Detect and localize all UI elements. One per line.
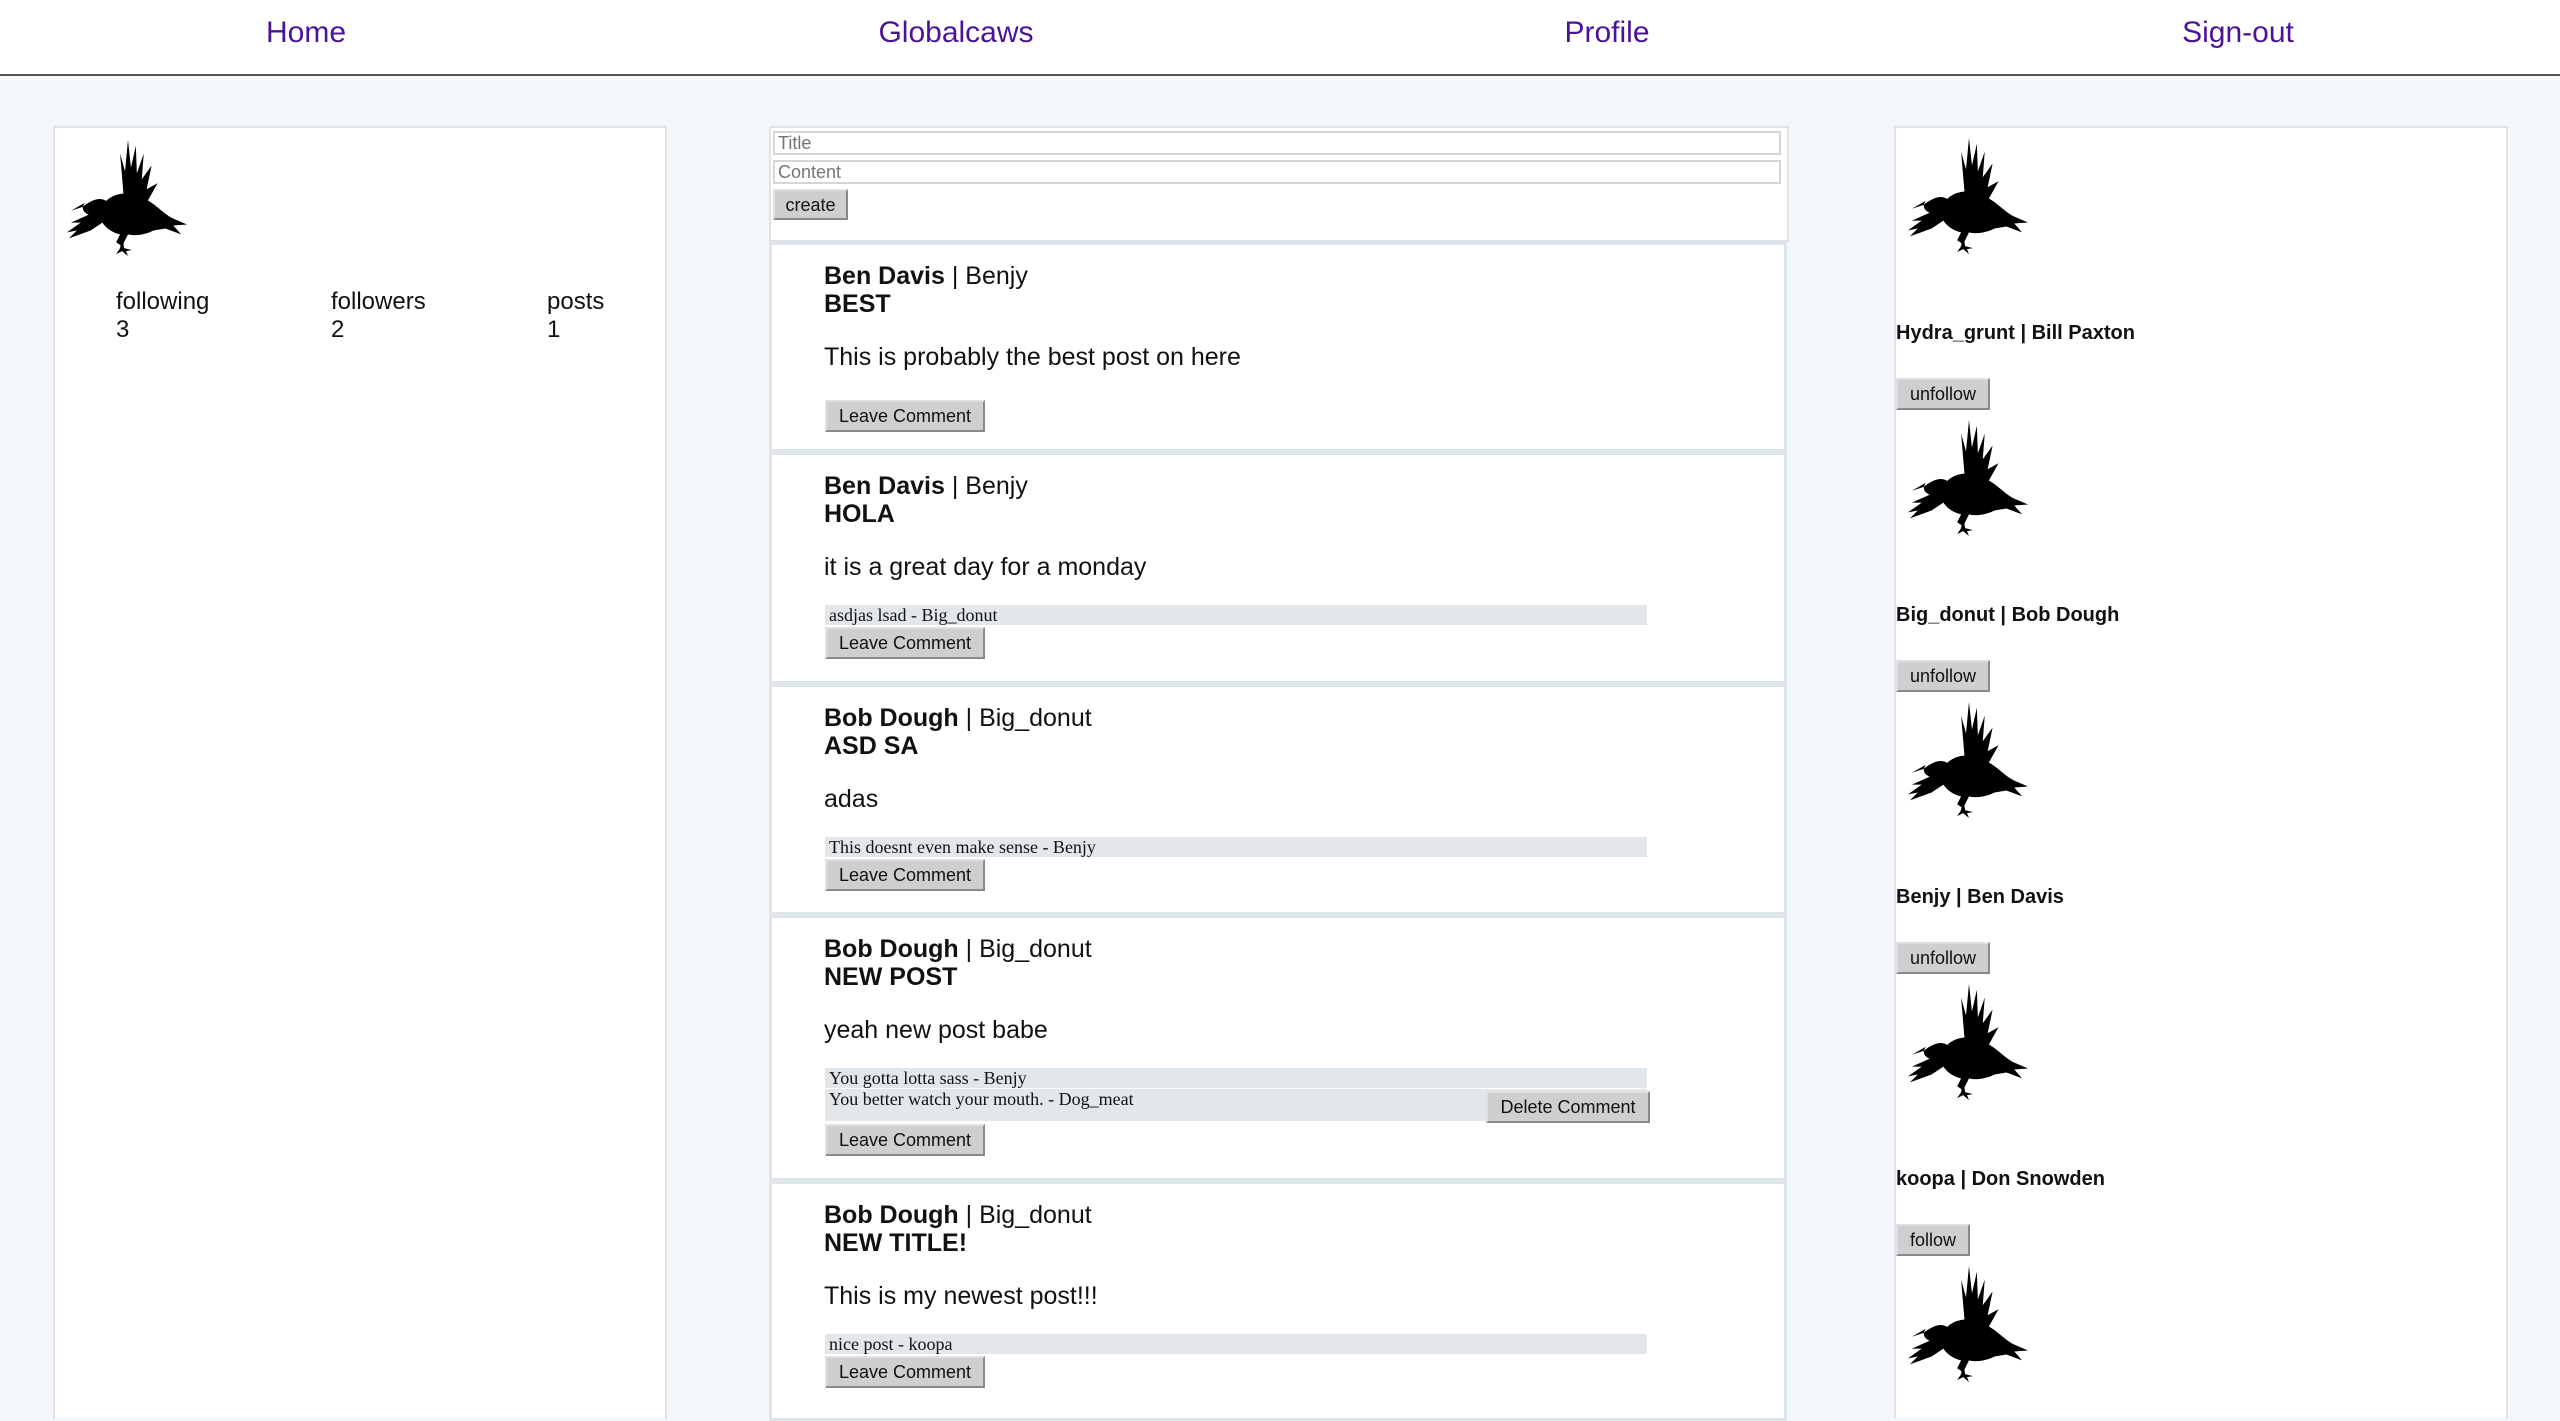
post-author-name: Ben Davis — [824, 262, 945, 290]
unfollow-button[interactable]: unfollow — [1896, 660, 1990, 692]
follow-user-label: Benjy | Ben Davis — [1896, 886, 2064, 908]
post-card: Ben Davis | Benjy HOLA it is a great day… — [769, 452, 1787, 684]
following-count: 3 — [116, 316, 130, 343]
comment-text: You better watch your mouth. - Dog_meat — [829, 1089, 1134, 1109]
post-author-name: Bob Dough — [824, 935, 959, 963]
nav-profile-link[interactable]: Profile — [1564, 16, 1649, 50]
follow-button[interactable]: follow — [1896, 1224, 1970, 1256]
leave-comment-button[interactable]: Leave Comment — [825, 859, 985, 891]
feed: create Ben Davis | Benjy BEST This is pr… — [769, 126, 1789, 1421]
comment: You better watch your mouth. - Dog_meat … — [825, 1089, 1650, 1123]
title-input[interactable] — [773, 131, 1781, 155]
crow-icon — [63, 132, 191, 260]
post-title: HOLA — [824, 500, 895, 528]
follow-list: Hydra_grunt | Bill Paxton unfollow Big_d… — [1894, 126, 2508, 1418]
comment: This doesnt even make sense - Benjy — [825, 837, 1647, 857]
post-card: Bob Dough | Big_donut NEW TITLE! This is… — [769, 1181, 1787, 1421]
post-username: | Big_donut — [965, 935, 1092, 963]
post-card: Ben Davis | Benjy BEST This is probably … — [769, 242, 1787, 452]
crow-icon — [1904, 976, 2032, 1104]
post-title: NEW TITLE! — [824, 1229, 968, 1257]
nav-brand-link[interactable]: Globalcaws — [878, 16, 1033, 50]
post-author-name: Ben Davis — [824, 472, 945, 500]
post-username: | Big_donut — [965, 1201, 1092, 1229]
post-author-name: Bob Dough — [824, 1201, 959, 1229]
nav-home-link[interactable]: Home — [266, 16, 346, 50]
profile-card: following 3 followers 2 posts 1 — [53, 126, 667, 1418]
crow-icon — [1904, 130, 2032, 258]
post-card: Bob Dough | Big_donut ASD SA adas This d… — [769, 684, 1787, 915]
unfollow-button[interactable]: unfollow — [1896, 378, 1990, 410]
post-body: This is probably the best post on here — [824, 343, 1241, 371]
crow-icon — [1904, 694, 2032, 822]
posts-count: 1 — [547, 316, 561, 343]
crow-icon — [1904, 412, 2032, 540]
top-navbar: Home Globalcaws Profile Sign-out — [0, 0, 2560, 76]
create-button[interactable]: create — [773, 189, 848, 220]
post-title: NEW POST — [824, 963, 958, 991]
follow-user-label: Hydra_grunt | Bill Paxton — [1896, 322, 2135, 344]
post-title: BEST — [824, 290, 891, 318]
posts-label: posts — [547, 288, 605, 315]
leave-comment-button[interactable]: Leave Comment — [825, 400, 985, 432]
post-body: yeah new post babe — [824, 1016, 1048, 1044]
comment: nice post - koopa — [825, 1334, 1647, 1354]
post-card: Bob Dough | Big_donut NEW POST yeah new … — [769, 915, 1787, 1181]
comment: You gotta lotta sass - Benjy — [825, 1068, 1647, 1088]
post-body: it is a great day for a monday — [824, 553, 1147, 581]
post-username: | Benjy — [951, 262, 1028, 290]
following-label: following — [116, 288, 210, 315]
follow-user-label: koopa | Don Snowden — [1896, 1168, 2105, 1190]
unfollow-button[interactable]: unfollow — [1896, 942, 1990, 974]
create-post-form: create — [769, 126, 1789, 242]
post-author-name: Bob Dough — [824, 704, 959, 732]
post-body: This is my newest post!!! — [824, 1282, 1098, 1310]
nav-signout-link[interactable]: Sign-out — [2182, 16, 2294, 50]
leave-comment-button[interactable]: Leave Comment — [825, 1124, 985, 1156]
crow-icon — [1904, 1258, 2032, 1386]
followers-label: followers — [331, 288, 426, 315]
leave-comment-button[interactable]: Leave Comment — [825, 627, 985, 659]
leave-comment-button[interactable]: Leave Comment — [825, 1356, 985, 1388]
post-username: | Big_donut — [965, 704, 1092, 732]
comment: asdjas lsad - Big_donut — [825, 605, 1647, 625]
follow-user-label: Big_donut | Bob Dough — [1896, 604, 2120, 626]
post-username: | Benjy — [951, 472, 1028, 500]
post-title: ASD SA — [824, 732, 919, 760]
delete-comment-button[interactable]: Delete Comment — [1486, 1091, 1650, 1123]
content-input[interactable] — [773, 160, 1781, 184]
post-body: adas — [824, 785, 879, 813]
followers-count: 2 — [331, 316, 345, 343]
